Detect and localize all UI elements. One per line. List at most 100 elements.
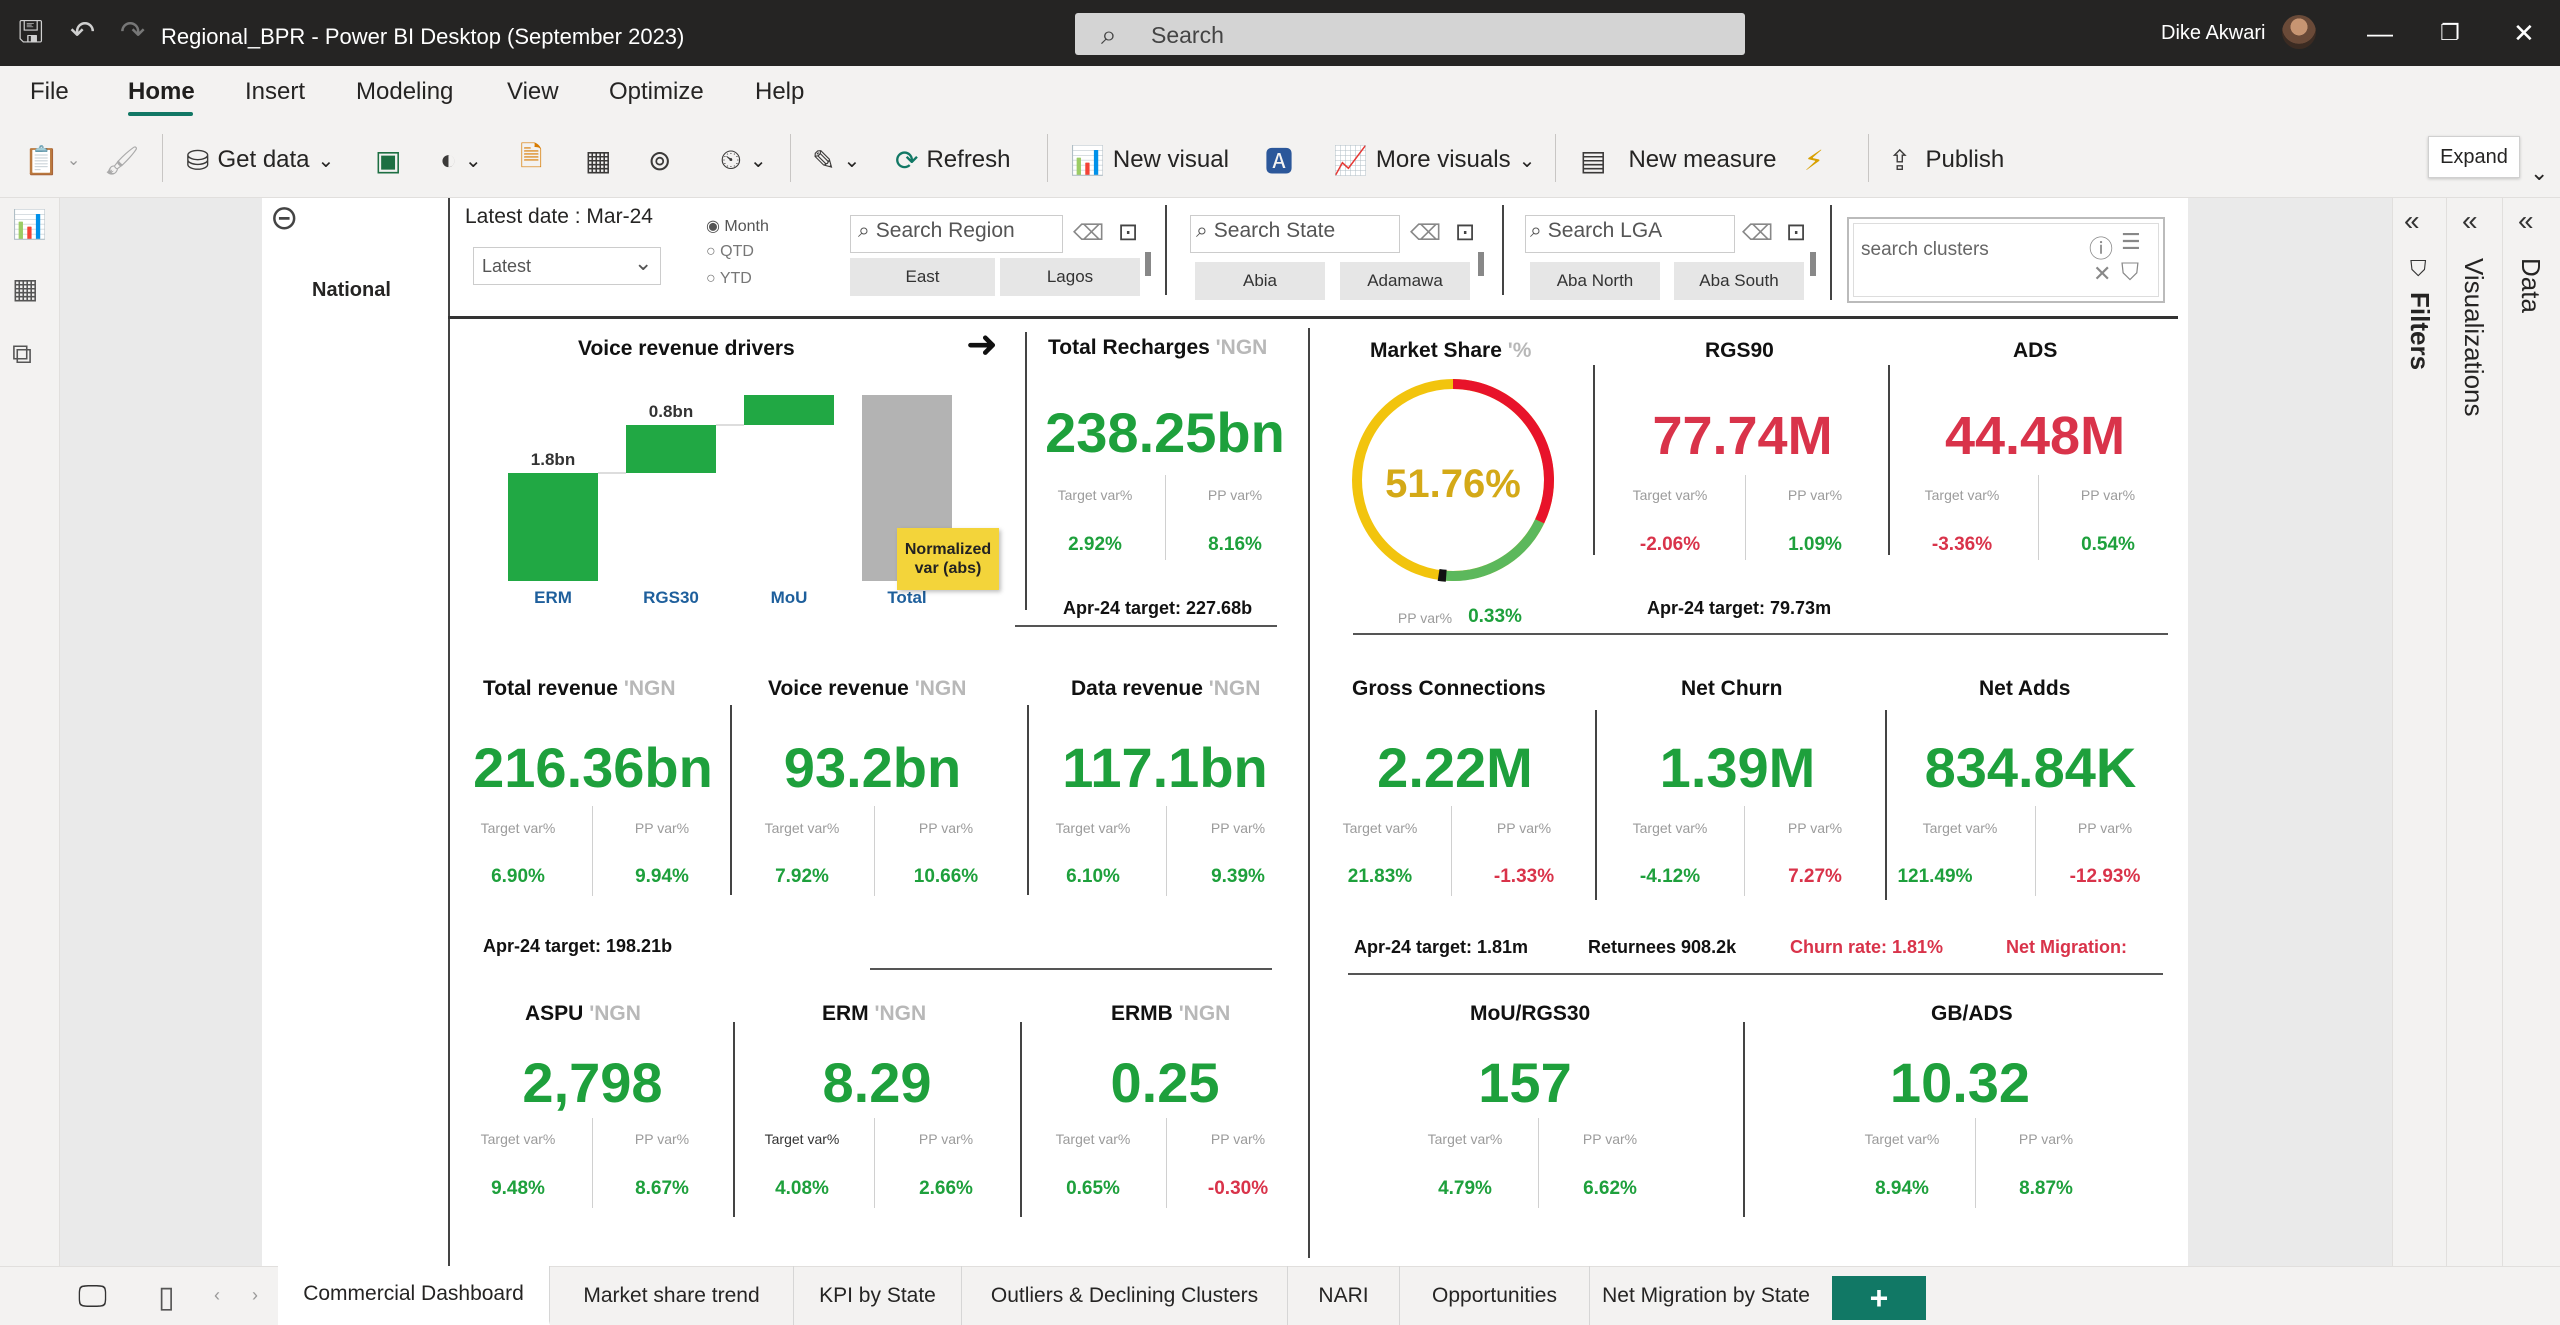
- forward-arrow-icon[interactable]: ➜: [966, 322, 998, 367]
- get-data-button[interactable]: ⛁ Get data ⌄: [186, 140, 334, 180]
- close-icon[interactable]: ✕: [2093, 261, 2111, 287]
- table-icon: ▦: [585, 144, 612, 176]
- select-all-icon[interactable]: ⊡: [1118, 218, 1138, 247]
- select-all-icon[interactable]: ⊡: [1455, 218, 1475, 247]
- transform-button[interactable]: ⏲ ⌄: [720, 140, 767, 180]
- refresh-button[interactable]: ⟳ Refresh: [895, 140, 1011, 180]
- active-menu-indicator: [128, 112, 193, 116]
- table-view-icon[interactable]: ▦: [12, 272, 38, 305]
- menu-optimize[interactable]: Optimize: [609, 78, 704, 106]
- ribbon-collapse-icon[interactable]: ⌄: [2530, 160, 2548, 186]
- recharges-target: Apr-24 target: 227.68b: [1063, 598, 1253, 618]
- eraser-icon[interactable]: ⌫: [1410, 220, 1441, 246]
- divider: [2038, 475, 2039, 560]
- text-box-button[interactable]: 🅰: [1265, 140, 1293, 180]
- waterfall-bar-rgs30[interactable]: [626, 425, 716, 473]
- eraser-icon[interactable]: ⌫: [1073, 220, 1104, 246]
- avatar[interactable]: [2282, 15, 2316, 49]
- close-icon[interactable]: ✕: [2513, 18, 2535, 48]
- divider: [1888, 365, 1890, 555]
- add-page-button[interactable]: +: [1832, 1276, 1926, 1320]
- scrollbar[interactable]: [1810, 252, 1816, 276]
- waterfall-bar-mou[interactable]: [744, 395, 834, 425]
- clusters-search-input[interactable]: search clusters ⓘ ☰ ✕ ⛉: [1847, 217, 2165, 303]
- dataverse-button[interactable]: ◐ ⌄: [440, 140, 482, 180]
- redo-icon[interactable]: ↷: [120, 16, 145, 50]
- restore-icon[interactable]: ❐: [2440, 18, 2460, 48]
- format-painter-icon: 🖌: [104, 144, 140, 176]
- menu-view[interactable]: View: [507, 78, 559, 106]
- search-box[interactable]: ⌕ Search: [1075, 13, 1745, 55]
- filters-expand-icon[interactable]: «: [2404, 205, 2420, 237]
- next-page-icon[interactable]: ›: [252, 1285, 258, 1306]
- visualizations-pane-label[interactable]: Visualizations: [2458, 258, 2489, 417]
- waterfall-bar-erm[interactable]: [508, 473, 598, 581]
- menu-home[interactable]: Home: [128, 78, 195, 106]
- period-radio-qtd[interactable]: ○ QTD: [706, 243, 754, 261]
- tab-nari[interactable]: NARI: [1288, 1266, 1400, 1325]
- undo-icon[interactable]: ↶: [70, 16, 95, 50]
- more-visuals-button[interactable]: 📈 More visuals ⌄: [1333, 140, 1535, 180]
- menu-insert[interactable]: Insert: [245, 78, 305, 106]
- tab-market-share-trend[interactable]: Market share trend: [550, 1266, 794, 1325]
- menu-file[interactable]: File: [30, 78, 69, 106]
- menu-modeling[interactable]: Modeling: [356, 78, 453, 106]
- period-radio-month[interactable]: ◉ Month: [706, 216, 769, 236]
- minimize-icon[interactable]: —: [2367, 18, 2393, 48]
- prev-page-icon[interactable]: ‹: [214, 1285, 220, 1306]
- tab-commercial-dashboard[interactable]: Commercial Dashboard: [278, 1266, 550, 1325]
- aspu-value: 2,798: [522, 1051, 663, 1114]
- eraser-icon[interactable]: ⌫: [1742, 220, 1773, 246]
- menu-help[interactable]: Help: [755, 78, 804, 106]
- state-chip-abia[interactable]: Abia: [1195, 262, 1325, 300]
- back-arrow-icon[interactable]: ⊝: [270, 198, 299, 238]
- list-icon[interactable]: ☰: [2121, 229, 2141, 255]
- filter-icon[interactable]: ⛉: [2121, 259, 2139, 287]
- radio-icon: ○: [706, 270, 716, 287]
- data-expand-icon[interactable]: «: [2518, 205, 2534, 237]
- save-icon[interactable]: 🖫: [18, 16, 44, 50]
- region-chip-lagos[interactable]: Lagos: [1000, 258, 1140, 296]
- sql-button[interactable]: 🗎: [520, 140, 543, 180]
- visualizations-expand-icon[interactable]: «: [2462, 205, 2478, 237]
- recent-sources-button[interactable]: ⊚: [648, 140, 671, 180]
- excel-button[interactable]: ▣: [375, 140, 401, 180]
- mobile-layout-icon[interactable]: ▯: [158, 1280, 175, 1315]
- publish-button[interactable]: ⇪ Publish: [1888, 140, 2004, 180]
- paste-button[interactable]: 📋 ⌄: [24, 140, 80, 180]
- period-dropdown[interactable]: Latest ⌄: [473, 247, 661, 285]
- quick-measure-icon: ⚡: [1804, 144, 1824, 176]
- gross-connections-value: 2.22M: [1377, 736, 1533, 799]
- tab-outliers-declining-clusters[interactable]: Outliers & Declining Clusters: [962, 1266, 1288, 1325]
- info-icon[interactable]: ⓘ: [2089, 229, 2113, 264]
- period-radio-ytd[interactable]: ○ YTD: [706, 270, 752, 288]
- aspu-unit: 'NGN: [589, 1002, 641, 1025]
- region-chip-east[interactable]: East: [850, 258, 995, 296]
- quick-measure-button[interactable]: ⚡: [1804, 140, 1824, 180]
- filters-pane-label[interactable]: Filters: [2404, 292, 2435, 370]
- text-box-icon: 🅰: [1265, 146, 1294, 177]
- new-visual-button[interactable]: 📊 New visual: [1070, 140, 1229, 180]
- tab-kpi-by-state[interactable]: KPI by State: [794, 1266, 962, 1325]
- tab-opportunities[interactable]: Opportunities: [1400, 1266, 1590, 1325]
- scrollbar[interactable]: [1145, 252, 1151, 276]
- tab-net-migration-by-state[interactable]: Net Migration by State: [1590, 1266, 1822, 1325]
- target-var-label: Target var%: [1342, 820, 1418, 836]
- enter-data-button[interactable]: ▦: [585, 140, 611, 180]
- lga-chip-aba-north[interactable]: Aba North: [1530, 262, 1660, 300]
- new-measure-button[interactable]: ▤ New measure: [1580, 140, 1777, 180]
- model-view-icon[interactable]: ⧉: [12, 338, 32, 371]
- format-painter-button[interactable]: 🖌: [104, 140, 140, 180]
- report-view-icon[interactable]: 📊: [12, 208, 47, 241]
- scrollbar[interactable]: [1478, 252, 1484, 276]
- database-icon: ⛁: [186, 144, 210, 176]
- target-var-label: Target var%: [764, 820, 840, 836]
- transform-data-button[interactable]: ✎ ⌄: [812, 140, 860, 180]
- lga-chip-aba-south[interactable]: Aba South: [1674, 262, 1804, 300]
- data-pane-label[interactable]: Data: [2515, 258, 2546, 313]
- total-recharges-title-text: Total Recharges: [1048, 336, 1210, 359]
- state-chip-adamawa[interactable]: Adamawa: [1340, 262, 1470, 300]
- divider: [1353, 633, 2168, 635]
- select-all-icon[interactable]: ⊡: [1786, 218, 1806, 247]
- desktop-layout-icon[interactable]: 🖵: [78, 1280, 107, 1314]
